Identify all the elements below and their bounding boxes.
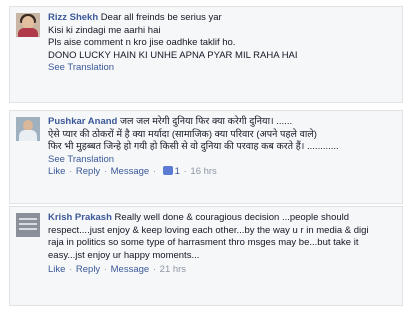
comment-text: Dear all freinds be serius yar — [100, 12, 222, 23]
comment-text: Kisi ki zindagi me aarhi hai — [48, 24, 161, 36]
comment-text: Pls aise comment n kro jise oadhke takli… — [48, 37, 236, 48]
thumbs-up-icon — [162, 166, 173, 175]
reply-link[interactable]: Reply — [76, 264, 100, 275]
message-link[interactable]: Message — [111, 264, 150, 275]
comment-text: फिर भी मुहब्बत जिन्हे हो गयी हो किसी से … — [48, 141, 339, 152]
like-link[interactable]: Like — [48, 264, 65, 275]
comment-text: respect....just enjoy & keep loving each… — [48, 224, 369, 236]
avatar[interactable] — [16, 13, 40, 37]
comment-body: Krish Prakash Really well done & couragi… — [48, 212, 396, 277]
comment-body: Rizz Shekh Dear all freinds be serius ya… — [48, 12, 396, 75]
author-name[interactable]: Rizz Shekh — [48, 12, 98, 23]
comment: Krish Prakash Really well done & couragi… — [9, 206, 403, 306]
message-link[interactable]: Message — [111, 166, 150, 177]
avatar[interactable] — [16, 117, 40, 141]
avatar[interactable] — [16, 213, 40, 237]
comment-text: raja in politics so some type of harrasm… — [48, 237, 359, 248]
comment-body: Pushkar Anand जल जल मरेगी दुनिया फिर क्य… — [48, 116, 396, 179]
like-link[interactable]: Like — [48, 166, 65, 177]
comment-text: Really well done & couragious decision .… — [114, 212, 350, 223]
comment-thread: Rizz Shekh Dear all freinds be serius ya… — [0, 0, 414, 310]
comment-text: DONO LUCKY HAIN KI UNHE APNA PYAR MIL RA… — [48, 49, 298, 61]
see-translation-link[interactable]: See Translation — [48, 62, 396, 75]
author-name[interactable]: Krish Prakash — [48, 212, 112, 223]
comment-text: ऐसे प्यार की ठोकरों में है क्या मर्यादा … — [48, 128, 317, 140]
timestamp[interactable]: 16 hrs — [190, 166, 216, 177]
comment-actions: Like · Reply · Message · 21 hrs — [48, 264, 187, 275]
author-name[interactable]: Pushkar Anand — [48, 116, 117, 127]
timestamp[interactable]: 21 hrs — [160, 264, 186, 275]
reply-link[interactable]: Reply — [76, 166, 100, 177]
comment-text: easy...jst enjoy ur happy moments... — [48, 249, 200, 261]
comment: Rizz Shekh Dear all freinds be serius ya… — [9, 6, 403, 103]
see-translation-link[interactable]: See Translation — [48, 154, 396, 167]
comment-text: जल जल मरेगी दुनिया फिर क्या करेगी दुनिया… — [119, 116, 293, 127]
comment: Pushkar Anand जल जल मरेगी दुनिया फिर क्य… — [9, 110, 403, 204]
comment-actions: Like · Reply · Message · 1 · 16 hrs — [48, 166, 217, 177]
